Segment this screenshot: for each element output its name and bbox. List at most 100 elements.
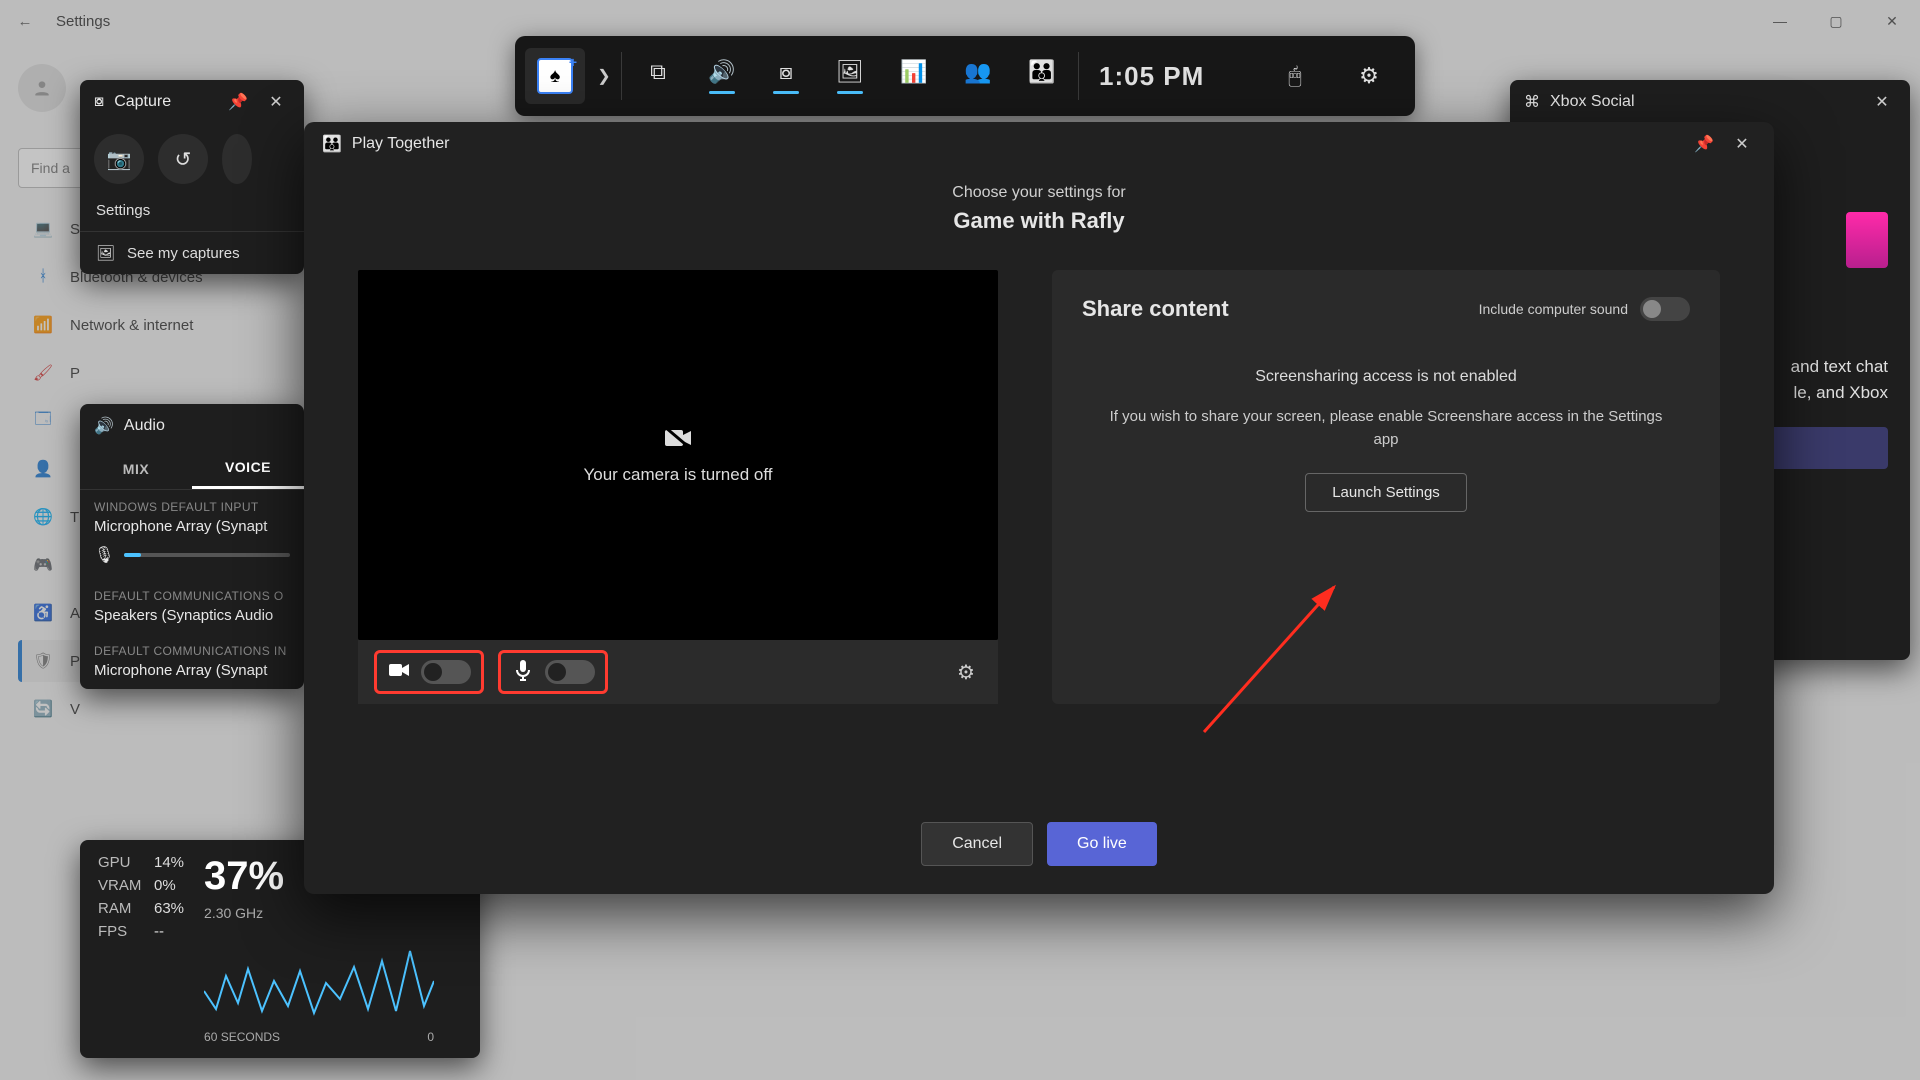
cpu-sparkline	[204, 921, 434, 1021]
settings-nav-item[interactable]: 🖌P	[18, 352, 338, 394]
settings-nav-item[interactable]: 📶Network & internet	[18, 304, 338, 346]
close-icon[interactable]: ✕	[1868, 88, 1896, 116]
xbox-social-icon: 👥	[964, 59, 991, 85]
perf-y-max: 0	[427, 1030, 434, 1044]
comm-out-device[interactable]: Speakers (Synaptics Audio	[80, 607, 304, 634]
include-sound-toggle[interactable]	[1640, 297, 1690, 321]
record-last-button[interactable]: ↺	[158, 134, 208, 184]
xbox-icon: ⌘	[1524, 92, 1540, 112]
mic-icon[interactable]: 🎙	[94, 545, 114, 565]
chevron-right-icon[interactable]: ❯	[591, 66, 617, 86]
comm-in-header: DEFAULT COMMUNICATIONS IN	[80, 634, 304, 662]
dock-teams-button[interactable]: 👪	[1010, 48, 1074, 104]
close-icon[interactable]: ✕	[262, 88, 290, 116]
speaker-icon: 🔊	[94, 416, 114, 436]
capture-widget: ⧇ Capture 📌 ✕ 📷 ↺ Settings 🖼 See my capt…	[80, 80, 304, 274]
widgets-icon: ⧉	[650, 59, 666, 85]
go-live-button[interactable]: Go live	[1047, 822, 1157, 866]
play-together-modal: 👪 Play Together 📌 ✕ Choose your settings…	[304, 122, 1774, 894]
maximize-icon[interactable]: ▢	[1808, 0, 1864, 42]
nav-icon: ♿	[32, 602, 54, 624]
audio-title: Audio	[124, 417, 165, 435]
camera-toggle-group	[374, 650, 484, 694]
mic-toggle[interactable]	[545, 660, 595, 684]
input-header: WINDOWS DEFAULT INPUT	[80, 490, 304, 518]
audio-icon: 🔊	[708, 59, 735, 85]
camera-off-text: Your camera is turned off	[583, 465, 772, 485]
solitaire-icon: ♠	[537, 58, 573, 94]
share-heading: Share content	[1082, 296, 1229, 322]
minimize-icon[interactable]: —	[1752, 0, 1808, 42]
play-together-brand: Play Together	[352, 135, 450, 153]
nav-icon: 👤	[32, 458, 54, 480]
xbox-social-title: Xbox Social	[1550, 93, 1635, 111]
mic-toggle-group	[498, 650, 608, 694]
screenshot-button[interactable]: 📷	[94, 134, 144, 184]
dock-capture-button[interactable]: ⧇	[754, 48, 818, 104]
active-game-thumbnail[interactable]: ♠	[525, 48, 585, 104]
screenshare-status: Screensharing access is not enabled	[1082, 368, 1690, 386]
nav-icon: 🔄	[32, 698, 54, 720]
record-button[interactable]	[222, 134, 252, 184]
cancel-button[interactable]: Cancel	[921, 822, 1033, 866]
gallery-icon: 🖼	[836, 59, 864, 85]
nav-icon: 💻	[32, 218, 54, 240]
comm-out-header: DEFAULT COMMUNICATIONS O	[80, 579, 304, 607]
nav-icon: 🌐	[32, 506, 54, 528]
mic-icon	[511, 659, 535, 686]
camera-preview: Your camera is turned off	[358, 270, 998, 640]
mouse-icon[interactable]: 🖱	[1263, 48, 1327, 104]
capture-title: Capture	[114, 93, 171, 111]
pin-icon[interactable]: 📌	[1690, 130, 1718, 158]
capture-settings-link[interactable]: Settings	[80, 190, 304, 231]
screenshare-description: If you wish to share your screen, please…	[1106, 406, 1666, 451]
dock-audio-button[interactable]: 🔊	[690, 48, 754, 104]
dock-xbox-social-button[interactable]: 👥	[946, 48, 1010, 104]
nav-icon: 🎮	[32, 554, 54, 576]
nav-icon: ᚼ	[32, 266, 54, 288]
social-illustration	[1846, 212, 1888, 268]
capture-icon: ⧇	[94, 93, 104, 111]
perf-row: FPS--	[98, 923, 184, 940]
dock-gallery-button[interactable]: 🖼	[818, 48, 882, 104]
settings-nav-item[interactable]: 🔄V	[18, 688, 338, 730]
dock-performance-button[interactable]: 📊	[882, 48, 946, 104]
tab-mix[interactable]: MIX	[80, 448, 192, 489]
teams-icon: 👪	[1028, 59, 1055, 85]
nav-icon: 🗔	[32, 410, 54, 432]
search-placeholder: Find a	[31, 160, 70, 176]
launch-settings-button[interactable]: Launch Settings	[1305, 473, 1467, 512]
tab-voice[interactable]: VOICE	[192, 448, 304, 489]
camera-toggle[interactable]	[421, 660, 471, 684]
perf-row: GPU14%	[98, 854, 184, 871]
camera-toolbar: ⚙	[358, 640, 998, 704]
cpu-clock: 2.30 GHz	[204, 905, 434, 921]
pin-icon[interactable]: 📌	[224, 88, 252, 116]
back-arrow-icon[interactable]: ←	[10, 13, 40, 30]
gamebar-dock: ♠ ❯ ⧉ 🔊 ⧇ 🖼 📊 👥 👪 1:05 PM 🖱 ⚙	[515, 36, 1415, 116]
teams-icon: 👪	[322, 134, 342, 154]
capture-icon: ⧇	[779, 59, 793, 85]
input-device[interactable]: Microphone Array (Synapt	[80, 518, 304, 545]
close-icon[interactable]: ✕	[1728, 130, 1756, 158]
user-avatar[interactable]	[18, 64, 66, 112]
meeting-title: Game with Rafly	[304, 208, 1774, 234]
include-sound-label: Include computer sound	[1479, 301, 1628, 317]
camera-off-icon	[663, 425, 693, 451]
person-icon	[32, 78, 52, 98]
camera-icon	[387, 661, 411, 684]
nav-icon: 📶	[32, 314, 54, 336]
perf-row: RAM63%	[98, 900, 184, 917]
gallery-icon: 🖼	[96, 244, 115, 262]
see-captures-link[interactable]: 🖼 See my captures	[80, 231, 304, 274]
mic-volume-slider[interactable]	[124, 553, 290, 557]
performance-icon: 📊	[900, 59, 927, 85]
comm-in-device[interactable]: Microphone Array (Synapt	[80, 662, 304, 689]
dock-widgets-button[interactable]: ⧉	[626, 48, 690, 104]
close-icon[interactable]: ✕	[1864, 0, 1920, 42]
nav-icon: 🛡	[32, 650, 54, 672]
dock-clock: 1:05 PM	[1099, 61, 1204, 92]
device-settings-button[interactable]: ⚙	[950, 656, 982, 688]
perf-x-label: 60 SECONDS	[204, 1030, 280, 1044]
dock-settings-button[interactable]: ⚙	[1337, 48, 1401, 104]
